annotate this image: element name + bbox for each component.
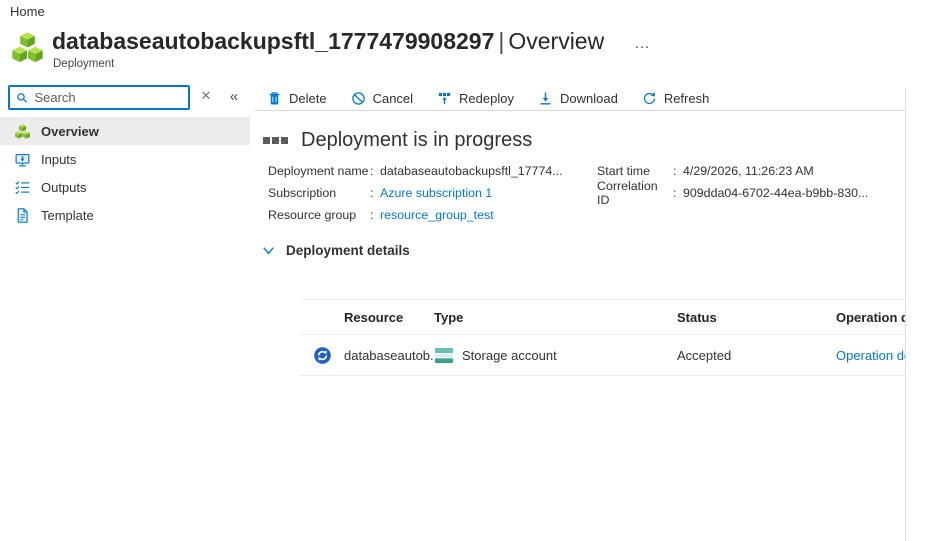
sidebar-item-label: Overview — [41, 124, 99, 139]
toolbar-label: Download — [560, 91, 618, 106]
deployment-name-value: databaseautobackupsftl_17774... — [380, 164, 563, 178]
info-colon: : — [370, 164, 380, 178]
cancel-icon — [351, 91, 366, 106]
search-input[interactable] — [34, 90, 182, 105]
refresh-button[interactable]: Refresh — [633, 88, 719, 109]
refresh-icon — [642, 91, 657, 106]
info-row-subscription: Subscription : Azure subscription 1 — [268, 182, 563, 204]
deployment-status-heading: Deployment is in progress — [263, 129, 532, 152]
toolbar-label: Delete — [289, 91, 327, 106]
sidebar-search-box[interactable] — [8, 85, 190, 110]
info-row-deployment-name: Deployment name : databaseautobackupsftl… — [268, 160, 563, 182]
title-separator: | — [494, 28, 508, 54]
search-icon — [16, 91, 28, 105]
info-label: Start time — [597, 164, 673, 178]
deployment-cubes-icon — [10, 30, 45, 65]
sidebar-collapse-icon[interactable]: « — [224, 88, 244, 105]
subscription-link[interactable]: Azure subscription 1 — [380, 186, 492, 200]
info-label: Resource group — [268, 208, 370, 222]
resource-column-header: Resource — [344, 310, 434, 325]
in-progress-icon — [263, 137, 288, 144]
table-row: databaseautob... Storage account Accepte… — [300, 335, 905, 376]
content-right-divider — [905, 88, 906, 541]
sidebar-item-label: Inputs — [41, 152, 76, 167]
operation-details-link-text[interactable]: Operation details — [836, 348, 905, 363]
sidebar-item-label: Outputs — [41, 180, 87, 195]
table-header-row: Resource Type Status Operation details — [300, 299, 905, 335]
info-colon: : — [370, 208, 380, 222]
resource-type-subtitle: Deployment — [53, 58, 114, 70]
search-clear-icon[interactable]: ✕ — [196, 88, 216, 104]
toolbar-label: Cancel — [373, 91, 413, 106]
start-time-value: 4/29/2026, 11:26:23 AM — [683, 164, 814, 178]
info-colon: : — [370, 186, 380, 200]
deployment-cubes-icon — [14, 123, 31, 140]
resource-type-cell: Storage account — [434, 347, 677, 364]
info-label: Subscription — [268, 186, 370, 200]
resource-status-cell: Accepted — [677, 348, 836, 363]
info-colon: : — [673, 164, 683, 178]
page-title: databaseautobackupsftl_1777479908297|Ove… — [52, 28, 604, 55]
template-icon — [14, 207, 31, 224]
deployment-resources-table: Resource Type Status Operation details d… — [300, 299, 905, 376]
chevron-down-icon — [261, 243, 276, 258]
title-view-label: Overview — [508, 28, 604, 54]
info-label: Deployment name — [268, 164, 370, 178]
delete-button[interactable]: Delete — [258, 88, 336, 109]
sidebar-item-overview[interactable]: Overview — [0, 117, 250, 145]
status-heading-text: Deployment is in progress — [301, 129, 532, 152]
info-label: Correlation ID — [597, 179, 673, 207]
correlation-id-value: 909dda04-6702-44ea-b9bb-830... — [683, 186, 868, 200]
toolbar-label: Redeploy — [459, 91, 514, 106]
toolbar-label: Refresh — [664, 91, 710, 106]
status-column-header: Status — [677, 310, 836, 325]
sidebar-menu: Overview Inputs — [0, 117, 250, 229]
download-icon — [538, 91, 553, 106]
storage-account-icon — [434, 347, 454, 364]
sidebar-item-outputs[interactable]: Outputs — [0, 173, 250, 201]
trash-icon — [267, 91, 282, 106]
deployment-name-title: databaseautobackupsftl_1777479908297 — [52, 28, 494, 54]
azure-portal-deployment-page: Home databaseautobackupsftl_177747990829… — [0, 0, 931, 541]
inputs-icon — [14, 151, 31, 168]
details-toggle-label: Deployment details — [286, 243, 410, 258]
resource-group-link[interactable]: resource_group_test — [380, 208, 494, 222]
deployment-details-toggle[interactable]: Deployment details — [261, 243, 410, 258]
command-bar: Delete Cancel Redeploy — [258, 85, 905, 111]
type-column-header: Type — [434, 310, 677, 325]
breadcrumb-home-link[interactable]: Home — [10, 4, 45, 19]
info-colon: : — [673, 186, 683, 200]
download-button[interactable]: Download — [529, 88, 627, 109]
row-status-icon-cell — [300, 346, 344, 365]
info-row-resource-group: Resource group : resource_group_test — [268, 204, 563, 226]
resource-name-cell[interactable]: databaseautob... — [344, 348, 434, 363]
deployment-info-right: Start time : 4/29/2026, 11:26:23 AM Corr… — [597, 160, 868, 204]
info-row-correlation-id: Correlation ID : 909dda04-6702-44ea-b9bb… — [597, 182, 868, 204]
cancel-button[interactable]: Cancel — [342, 88, 422, 109]
sidebar: ✕ « Overview Inputs — [0, 85, 250, 229]
sidebar-item-label: Template — [41, 208, 94, 223]
redeploy-icon — [437, 91, 452, 106]
operation-details-link[interactable]: Operation details — [836, 348, 905, 363]
more-options-icon[interactable]: … — [628, 33, 657, 55]
resource-type-label: Storage account — [462, 348, 557, 363]
sidebar-item-template[interactable]: Template — [0, 201, 250, 229]
operation-details-column-header: Operation details — [836, 310, 905, 325]
sidebar-item-inputs[interactable]: Inputs — [0, 145, 250, 173]
toolbar-divider — [255, 110, 905, 111]
deployment-info-left: Deployment name : databaseautobackupsftl… — [268, 160, 563, 226]
in-progress-spinner-icon — [313, 346, 332, 365]
outputs-icon — [14, 179, 31, 196]
redeploy-button[interactable]: Redeploy — [428, 88, 523, 109]
